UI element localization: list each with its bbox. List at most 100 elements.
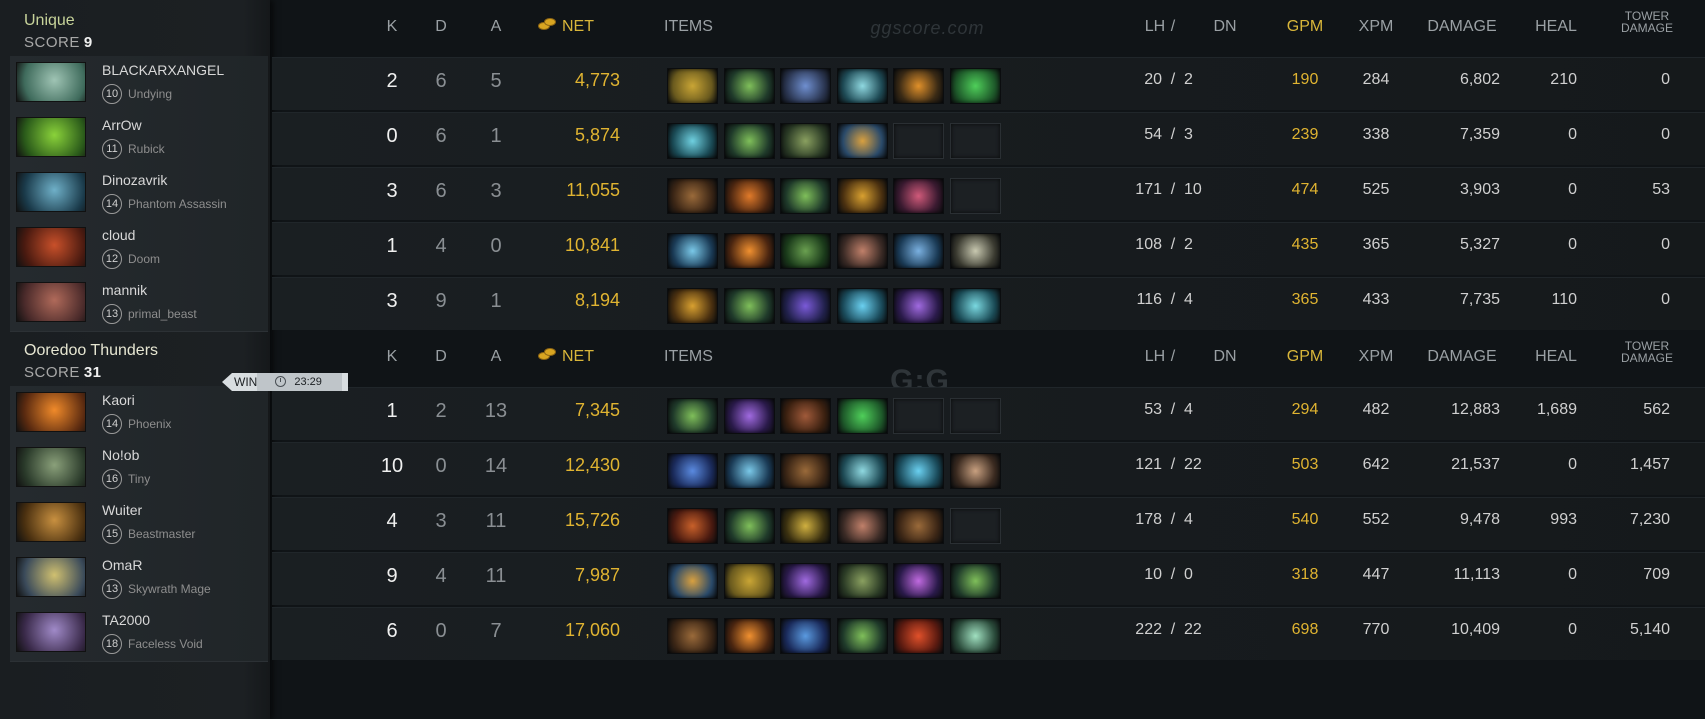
item-slot[interactable] — [780, 618, 831, 654]
column-header-a[interactable]: A — [481, 18, 511, 36]
item-slot[interactable] — [667, 178, 718, 214]
item-slot[interactable] — [723, 288, 775, 324]
item-slot[interactable] — [893, 618, 944, 654]
item-slot[interactable] — [667, 508, 718, 544]
column-header-heal[interactable]: HEAL — [1526, 348, 1586, 366]
item-slot[interactable] — [893, 563, 944, 599]
player-name[interactable]: OmaR — [102, 557, 142, 573]
item-slot[interactable] — [723, 123, 775, 159]
hero-portrait[interactable] — [16, 227, 86, 267]
column-header-items[interactable]: ITEMS — [664, 348, 744, 366]
item-slot[interactable] — [723, 398, 775, 434]
item-slot[interactable] — [836, 123, 888, 159]
item-slot[interactable] — [723, 453, 775, 489]
item-slot[interactable] — [893, 508, 944, 544]
item-slot[interactable] — [836, 288, 888, 324]
hero-portrait[interactable] — [16, 392, 86, 432]
item-slot[interactable] — [667, 618, 718, 654]
column-header-gpm[interactable]: GPM — [1280, 348, 1330, 366]
hero-portrait[interactable] — [16, 557, 86, 597]
item-slot[interactable] — [667, 398, 718, 434]
player-card[interactable]: OmaR 13 Skywrath Mage — [10, 551, 268, 607]
item-slot[interactable] — [780, 68, 831, 104]
column-header-k[interactable]: K — [377, 348, 407, 366]
item-slot[interactable] — [780, 178, 831, 214]
column-header-xpm[interactable]: XPM — [1351, 348, 1401, 366]
item-slot[interactable] — [667, 233, 718, 269]
item-slot[interactable] — [949, 288, 1001, 324]
column-header-dn[interactable]: DN — [1208, 348, 1242, 366]
column-header-xpm[interactable]: XPM — [1351, 18, 1401, 36]
column-header-net[interactable]: NET — [538, 18, 618, 36]
column-header-items[interactable]: ITEMS — [664, 18, 744, 36]
item-slot[interactable] — [836, 563, 888, 599]
column-header-damage[interactable]: DAMAGE — [1417, 348, 1507, 366]
item-slot[interactable] — [893, 68, 944, 104]
column-header-gpm[interactable]: GPM — [1280, 18, 1330, 36]
player-name[interactable]: TA2000 — [102, 612, 150, 628]
player-card[interactable]: TA2000 18 Faceless Void — [10, 606, 268, 662]
player-card[interactable]: mannik 13 primal_beast — [10, 276, 268, 332]
hero-portrait[interactable] — [16, 172, 86, 212]
hero-portrait[interactable] — [16, 502, 86, 542]
player-name[interactable]: BLACKARXANGEL — [102, 62, 224, 78]
item-slot[interactable] — [836, 618, 888, 654]
hero-portrait[interactable] — [16, 282, 86, 322]
player-name[interactable]: ArrOw — [102, 117, 142, 133]
item-slot[interactable] — [780, 508, 831, 544]
column-header-d[interactable]: D — [426, 18, 456, 36]
item-slot[interactable] — [949, 68, 1001, 104]
column-header-d[interactable]: D — [426, 348, 456, 366]
item-slot[interactable] — [723, 178, 775, 214]
item-slot[interactable] — [780, 398, 831, 434]
item-slot[interactable] — [836, 68, 888, 104]
player-card[interactable]: No!ob 16 Tiny — [10, 441, 268, 497]
column-header-a[interactable]: A — [481, 348, 511, 366]
player-card[interactable]: BLACKARXANGEL 10 Undying — [10, 56, 268, 112]
item-slot[interactable] — [836, 453, 888, 489]
player-name[interactable]: No!ob — [102, 447, 139, 463]
hero-portrait[interactable] — [16, 62, 86, 102]
column-header-net[interactable]: NET — [538, 348, 618, 366]
item-slot[interactable] — [893, 233, 944, 269]
player-card[interactable]: cloud 12 Doom — [10, 221, 268, 277]
item-slot[interactable] — [780, 288, 831, 324]
hero-portrait[interactable] — [16, 612, 86, 652]
item-slot[interactable] — [723, 618, 775, 654]
player-card[interactable]: Dinozavrik 14 Phantom Assassin — [10, 166, 268, 222]
item-slot[interactable] — [667, 123, 718, 159]
item-slot[interactable] — [667, 68, 718, 104]
column-header-tower-damage[interactable]: TOWER DAMAGE — [1612, 340, 1682, 364]
item-slot[interactable] — [949, 618, 1001, 654]
player-card[interactable]: Kaori 14 Phoenix — [10, 386, 268, 442]
player-name[interactable]: Wuiter — [102, 502, 142, 518]
item-slot[interactable] — [836, 398, 888, 434]
item-slot[interactable] — [780, 123, 831, 159]
item-slot[interactable] — [949, 233, 1001, 269]
player-name[interactable]: mannik — [102, 282, 147, 298]
hero-portrait[interactable] — [16, 447, 86, 487]
item-slot[interactable] — [949, 563, 1001, 599]
item-slot[interactable] — [723, 68, 775, 104]
column-header-heal[interactable]: HEAL — [1526, 18, 1586, 36]
player-name[interactable]: Kaori — [102, 392, 135, 408]
item-slot[interactable] — [723, 233, 775, 269]
item-slot[interactable] — [836, 508, 888, 544]
item-slot[interactable] — [836, 178, 888, 214]
item-slot[interactable] — [723, 563, 775, 599]
column-header-k[interactable]: K — [377, 18, 407, 36]
player-card[interactable]: ArrOw 11 Rubick — [10, 111, 268, 167]
item-slot[interactable] — [893, 288, 944, 324]
column-header-damage[interactable]: DAMAGE — [1417, 18, 1507, 36]
item-slot[interactable] — [780, 233, 831, 269]
player-card[interactable]: Wuiter 15 Beastmaster — [10, 496, 268, 552]
item-slot[interactable] — [667, 563, 718, 599]
item-slot[interactable] — [667, 288, 718, 324]
item-slot[interactable] — [949, 453, 1001, 489]
item-slot[interactable] — [780, 563, 831, 599]
column-header-tower-damage[interactable]: TOWER DAMAGE — [1612, 10, 1682, 34]
item-slot[interactable] — [667, 453, 718, 489]
item-slot[interactable] — [780, 453, 831, 489]
item-slot[interactable] — [723, 508, 775, 544]
column-header-dn[interactable]: DN — [1208, 18, 1242, 36]
